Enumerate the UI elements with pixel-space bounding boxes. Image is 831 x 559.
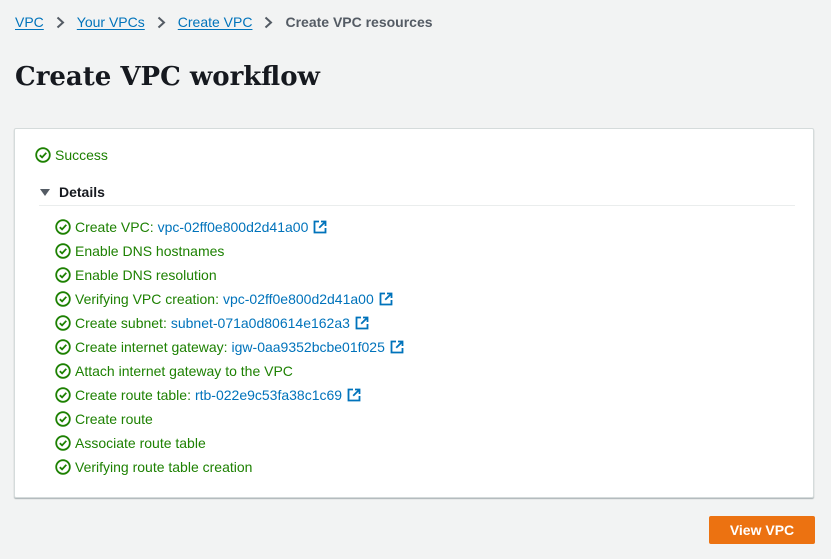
chevron-right-icon (264, 16, 273, 29)
check-circle-icon (55, 315, 71, 331)
resource-link[interactable]: rtb-022e9c53fa38c1c69 (195, 387, 342, 403)
resource-link[interactable]: subnet-071a0d80614e162a3 (171, 315, 350, 331)
workflow-step: Associate route table (55, 431, 404, 455)
check-circle-icon (55, 243, 71, 259)
step-text: Create VPC: (75, 219, 154, 235)
external-link-icon[interactable] (313, 220, 327, 234)
check-circle-icon (55, 291, 71, 307)
step-text: Create route table: (75, 387, 191, 403)
breadcrumb-your-vpcs-link[interactable]: Your VPCs (77, 14, 145, 30)
check-circle-icon (55, 459, 71, 475)
workflow-step: Enable DNS hostnames (55, 239, 404, 263)
workflow-step: Verifying VPC creation: vpc-02ff0e800d2d4… (55, 287, 404, 311)
check-circle-icon (55, 267, 71, 283)
workflow-step: Create VPC: vpc-02ff0e800d2d41a00 (55, 215, 404, 239)
breadcrumb-vpc-link[interactable]: VPC (15, 14, 44, 30)
step-text: Create subnet: (75, 315, 167, 331)
step-text: Verifying route table creation (75, 459, 253, 475)
caret-down-icon (39, 186, 51, 198)
step-text: Enable DNS resolution (75, 267, 217, 283)
workflow-step: Create subnet: subnet-071a0d80614e162a3 (55, 311, 404, 335)
check-circle-icon (55, 363, 71, 379)
breadcrumb-create-vpc-link[interactable]: Create VPC (178, 14, 253, 30)
check-circle-icon (55, 411, 71, 427)
details-divider (39, 205, 795, 206)
step-text: Associate route table (75, 435, 206, 451)
resource-link[interactable]: vpc-02ff0e800d2d41a00 (223, 291, 374, 307)
external-link-icon[interactable] (355, 316, 369, 330)
resource-link[interactable]: vpc-02ff0e800d2d41a00 (158, 219, 309, 235)
external-link-icon[interactable] (379, 292, 393, 306)
step-text: Verifying VPC creation: (75, 291, 219, 307)
steps-list: Create VPC: vpc-02ff0e800d2d41a00 Enable D… (55, 215, 404, 479)
check-circle-icon (55, 219, 71, 235)
workflow-panel: Success Details Create VPC: vpc-02ff0e800… (14, 128, 814, 498)
workflow-step: Enable DNS resolution (55, 263, 404, 287)
chevron-right-icon (56, 16, 65, 29)
page-title: Create VPC workflow (15, 62, 320, 92)
chevron-right-icon (157, 16, 166, 29)
status-success: Success (35, 147, 108, 163)
check-circle-icon (55, 339, 71, 355)
step-text: Enable DNS hostnames (75, 243, 225, 259)
external-link-icon[interactable] (390, 340, 404, 354)
breadcrumb: VPC Your VPCs Create VPC Create VPC reso… (15, 14, 433, 30)
details-toggle[interactable]: Details (39, 184, 105, 200)
step-text: Attach internet gateway to the VPC (75, 363, 293, 379)
status-label: Success (55, 147, 108, 163)
workflow-step: Create internet gateway: igw-0aa9352bcbe0… (55, 335, 404, 359)
workflow-step: Create route (55, 407, 404, 431)
breadcrumb-current: Create VPC resources (285, 14, 433, 30)
check-circle-icon (35, 147, 51, 163)
external-link-icon[interactable] (347, 388, 361, 402)
step-text: Create internet gateway: (75, 339, 228, 355)
view-vpc-button[interactable]: View VPC (709, 516, 815, 544)
workflow-step: Verifying route table creation (55, 455, 404, 479)
check-circle-icon (55, 387, 71, 403)
workflow-step: Create route table: rtb-022e9c53fa38c1c69 (55, 383, 404, 407)
check-circle-icon (55, 435, 71, 451)
workflow-step: Attach internet gateway to the VPC (55, 359, 404, 383)
details-label: Details (59, 184, 105, 200)
resource-link[interactable]: igw-0aa9352bcbe01f025 (232, 339, 385, 355)
step-text: Create route (75, 411, 153, 427)
